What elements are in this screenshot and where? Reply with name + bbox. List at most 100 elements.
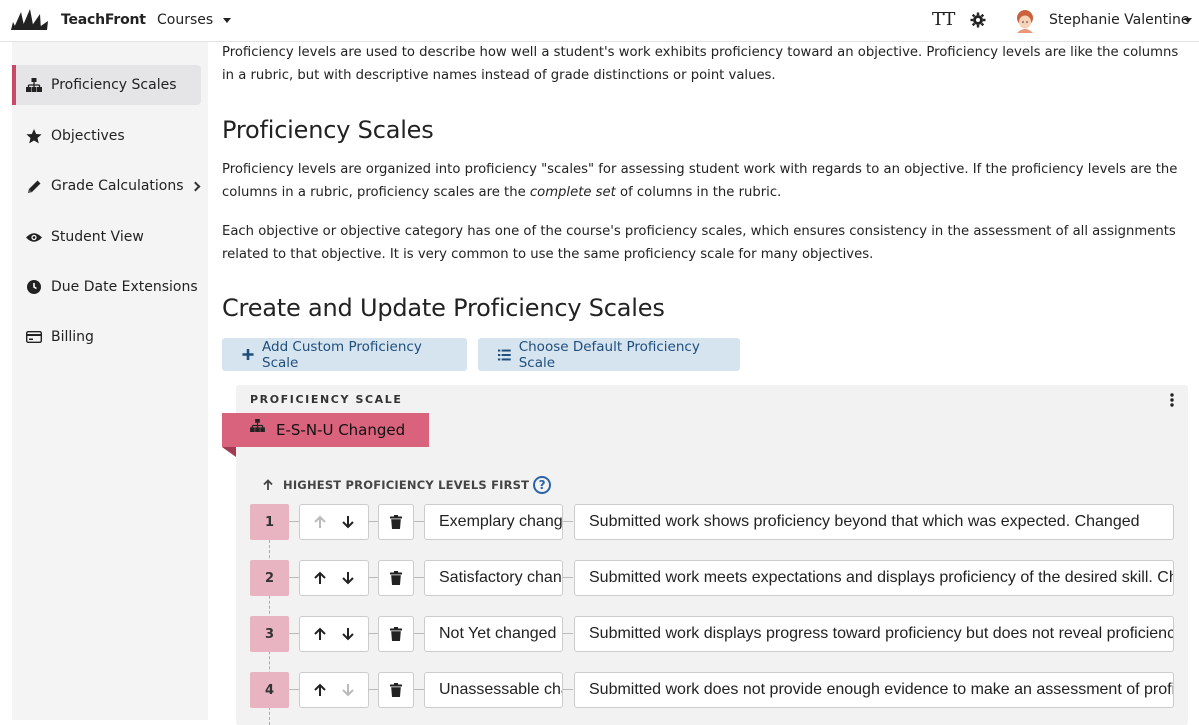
- arrow-up-icon[interactable]: [313, 683, 327, 697]
- level-number[interactable]: 3: [250, 616, 289, 652]
- sidebar-item-label: Proficiency Scales: [51, 77, 177, 93]
- sidebar-item-due-date-extensions[interactable]: Due Date Extensions: [12, 267, 201, 307]
- sidebar: Proficiency Scales Objectives Grade Calc…: [12, 42, 208, 720]
- sidebar-item-label: Student View: [51, 229, 144, 245]
- courses-menu[interactable]: Courses: [157, 12, 232, 28]
- sidebar-item-student-view[interactable]: Student View: [12, 217, 201, 257]
- user-name[interactable]: Stephanie Valentine: [1049, 12, 1189, 28]
- level-name-input[interactable]: Exemplary changed: [424, 504, 563, 540]
- order-label: HIGHEST PROFICIENCY LEVELS FIRST: [283, 478, 530, 492]
- sidebar-item-label: Objectives: [51, 128, 125, 144]
- order-toggle[interactable]: HIGHEST PROFICIENCY LEVELS FIRST ?: [262, 476, 552, 494]
- connector-dash: [368, 521, 378, 522]
- trash-icon: [390, 683, 402, 697]
- connector-dash: [563, 633, 573, 634]
- scales-paragraph-1: Proficiency levels are organized into pr…: [222, 158, 1186, 204]
- choose-default-scale-label: Choose Default Proficiency Scale: [518, 338, 700, 371]
- proficiency-level-row: 3 Not Yet changed Submitted work display…: [250, 616, 1174, 652]
- sitemap-icon: [26, 77, 42, 93]
- trash-icon: [390, 627, 402, 641]
- connector-dash: [368, 689, 378, 690]
- avatar[interactable]: [1014, 9, 1036, 33]
- scale-name-tab[interactable]: E-S-N-U Changed: [222, 413, 429, 447]
- sidebar-item-objectives[interactable]: Objectives: [12, 116, 201, 156]
- connector-dash: [414, 521, 424, 522]
- level-name-input[interactable]: Unassessable changed: [424, 672, 563, 708]
- trash-icon: [390, 571, 402, 585]
- delete-level-button[interactable]: [378, 504, 414, 540]
- scale-name: E-S-N-U Changed: [276, 421, 406, 439]
- connector-dash: [414, 633, 424, 634]
- text-size-icon[interactable]: TT: [932, 9, 955, 30]
- connector-dash: [414, 689, 424, 690]
- connector-dash: [289, 521, 299, 522]
- arrow-down-icon[interactable]: [341, 515, 355, 529]
- level-name-input[interactable]: Not Yet changed: [424, 616, 563, 652]
- pencil-icon: [26, 178, 42, 194]
- connector-dash: [368, 633, 378, 634]
- chevron-down-icon: [223, 17, 232, 23]
- sidebar-item-label: Grade Calculations: [51, 178, 184, 194]
- level-description-input[interactable]: Submitted work displays progress toward …: [574, 616, 1174, 652]
- proficiency-level-row: 1 Exemplary changed Submitted work shows…: [250, 504, 1174, 540]
- reorder-buttons: [299, 504, 369, 540]
- trash-icon: [390, 515, 402, 529]
- teachfront-logo-icon[interactable]: [11, 8, 49, 32]
- top-bar: TeachFront Courses TT Stephanie Valentin…: [0, 0, 1199, 42]
- arrow-up-icon[interactable]: [313, 627, 327, 641]
- reorder-buttons: [299, 560, 369, 596]
- credit-card-icon: [26, 329, 42, 345]
- sidebar-item-grade-calculations[interactable]: Grade Calculations: [12, 166, 201, 206]
- scales-text-em: complete set: [529, 185, 616, 200]
- sidebar-item-proficiency-scales[interactable]: Proficiency Scales: [12, 65, 201, 105]
- connector-dash: [563, 689, 573, 690]
- proficiency-level-row: 4 Unassessable changed Submitted work do…: [250, 672, 1174, 708]
- reorder-buttons: [299, 616, 369, 652]
- connector-dash: [563, 521, 573, 522]
- level-name-input[interactable]: Satisfactory changed: [424, 560, 563, 596]
- tab-fold: [222, 447, 236, 457]
- sidebar-item-label: Billing: [51, 329, 94, 345]
- list-icon: [498, 349, 511, 360]
- level-description-input[interactable]: Submitted work meets expectations and di…: [574, 560, 1174, 596]
- level-description-input[interactable]: Submitted work shows proficiency beyond …: [574, 504, 1174, 540]
- delete-level-button[interactable]: [378, 672, 414, 708]
- connector-dash: [563, 577, 573, 578]
- arrow-up-icon: [263, 479, 273, 490]
- arrow-down-icon[interactable]: [341, 571, 355, 585]
- brand-name[interactable]: TeachFront: [61, 12, 146, 28]
- level-number[interactable]: 4: [250, 672, 289, 708]
- connector-dash: [289, 689, 299, 690]
- section-title-create-update: Create and Update Proficiency Scales: [222, 294, 665, 322]
- sitemap-icon: [250, 419, 265, 432]
- connector-dash: [414, 577, 424, 578]
- reorder-buttons: [299, 672, 369, 708]
- scales-text-b: of columns in the rubric.: [615, 185, 782, 200]
- help-icon[interactable]: ?: [533, 476, 552, 494]
- choose-default-scale-button[interactable]: Choose Default Proficiency Scale: [478, 338, 740, 371]
- sidebar-item-billing[interactable]: Billing: [12, 317, 201, 357]
- gear-icon[interactable]: [970, 12, 986, 28]
- delete-level-button[interactable]: [378, 616, 414, 652]
- star-icon: [26, 128, 42, 144]
- courses-label: Courses: [157, 12, 214, 28]
- page-title-proficiency-scales: Proficiency Scales: [222, 116, 434, 144]
- clock-icon: [26, 279, 42, 295]
- level-description-input[interactable]: Submitted work does not provide enough e…: [574, 672, 1174, 708]
- add-custom-scale-label: Add Custom Proficiency Scale: [262, 338, 422, 371]
- level-number[interactable]: 2: [250, 560, 289, 596]
- delete-level-button[interactable]: [378, 560, 414, 596]
- chevron-down-icon[interactable]: [1184, 18, 1192, 23]
- level-number[interactable]: 1: [250, 504, 289, 540]
- proficiency-level-row: 2 Satisfactory changed Submitted work me…: [250, 560, 1174, 596]
- connector-dash: [368, 577, 378, 578]
- sidebar-item-label: Due Date Extensions: [51, 279, 198, 295]
- proficiency-scale-panel: PROFICIENCY SCALE E-S-N-U Changed HIGHES…: [222, 385, 1188, 725]
- arrow-down-icon[interactable]: [341, 627, 355, 641]
- arrow-up-icon[interactable]: [313, 515, 327, 529]
- arrow-up-icon[interactable]: [313, 571, 327, 585]
- eye-icon: [26, 229, 42, 245]
- kebab-menu-icon[interactable]: [1170, 393, 1174, 407]
- arrow-down-icon[interactable]: [341, 683, 355, 697]
- add-custom-scale-button[interactable]: Add Custom Proficiency Scale: [222, 338, 467, 371]
